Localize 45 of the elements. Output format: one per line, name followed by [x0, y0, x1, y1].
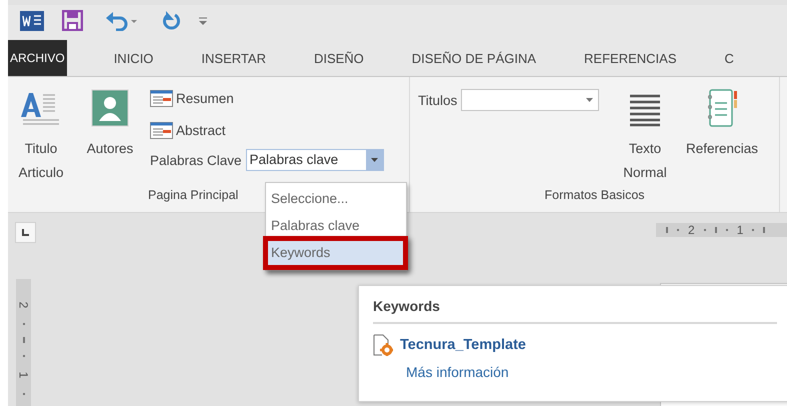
- text-lines-icon: [629, 93, 661, 127]
- combo-label: Titulos: [418, 92, 458, 108]
- caret-icon: [586, 98, 594, 102]
- tab-stop-icon: [22, 229, 29, 236]
- ribbon-tab[interactable]: REFERENCIAS: [561, 40, 702, 76]
- caret-icon: [370, 158, 378, 162]
- ruler-number: 1: [18, 372, 30, 378]
- combo-box[interactable]: Palabras clave: [246, 149, 384, 171]
- ruler-number: 2: [688, 223, 695, 237]
- undo-icon[interactable]: [105, 10, 138, 30]
- word-logo-icon[interactable]: [20, 10, 44, 30]
- ruler-number: 2: [18, 302, 30, 308]
- ribbon-tab[interactable]: C: [702, 40, 759, 76]
- ribbon-tab[interactable]: DISEÑO: [290, 40, 389, 76]
- ribbon-button[interactable]: Texto Normal: [614, 83, 676, 185]
- document-icon: [150, 122, 173, 138]
- ribbon-button[interactable]: Referencias: [676, 83, 768, 161]
- button-label: Titulo Articulo: [17, 140, 64, 182]
- dropdown-option[interactable]: Seleccione...: [266, 185, 406, 212]
- ribbon-small-button[interactable]: Abstract: [150, 117, 384, 143]
- group-label: Formatos Basicos: [544, 188, 645, 204]
- more-info-link[interactable]: Más información: [406, 364, 509, 380]
- document-gear-icon: [373, 334, 393, 356]
- redo-icon[interactable]: [162, 10, 181, 30]
- combo-label: Palabras Clave: [150, 152, 242, 168]
- group-label: Pagina Principal: [147, 188, 238, 204]
- ribbon-tab[interactable]: DISEÑO DE PÁGINA: [388, 40, 562, 76]
- button-label: Referencias: [686, 140, 758, 158]
- save-icon[interactable]: [62, 10, 83, 31]
- person-icon: [91, 89, 129, 127]
- ribbon-tab[interactable]: INICIO: [90, 40, 178, 76]
- ribbon-tab[interactable]: INSERTAR: [178, 40, 291, 76]
- document-icon: [150, 90, 173, 106]
- customize-menu-icon[interactable]: [199, 16, 207, 24]
- template-name: Tecnura_Template: [400, 337, 526, 353]
- ribbon-small-button[interactable]: Resumen: [150, 85, 384, 111]
- ribbon-button[interactable]: Autores: [74, 83, 146, 161]
- ribbon-button[interactable]: Titulo Articulo: [8, 83, 74, 185]
- tab-stop-selector[interactable]: [15, 222, 36, 243]
- notebook-icon: [706, 89, 738, 127]
- button-label: Texto Normal: [622, 140, 668, 182]
- button-label: Autores: [86, 140, 134, 158]
- ruler-number: 1: [736, 223, 744, 237]
- file-tab[interactable]: ARCHIVO: [8, 40, 67, 76]
- tooltip-title: Keywords: [373, 286, 777, 324]
